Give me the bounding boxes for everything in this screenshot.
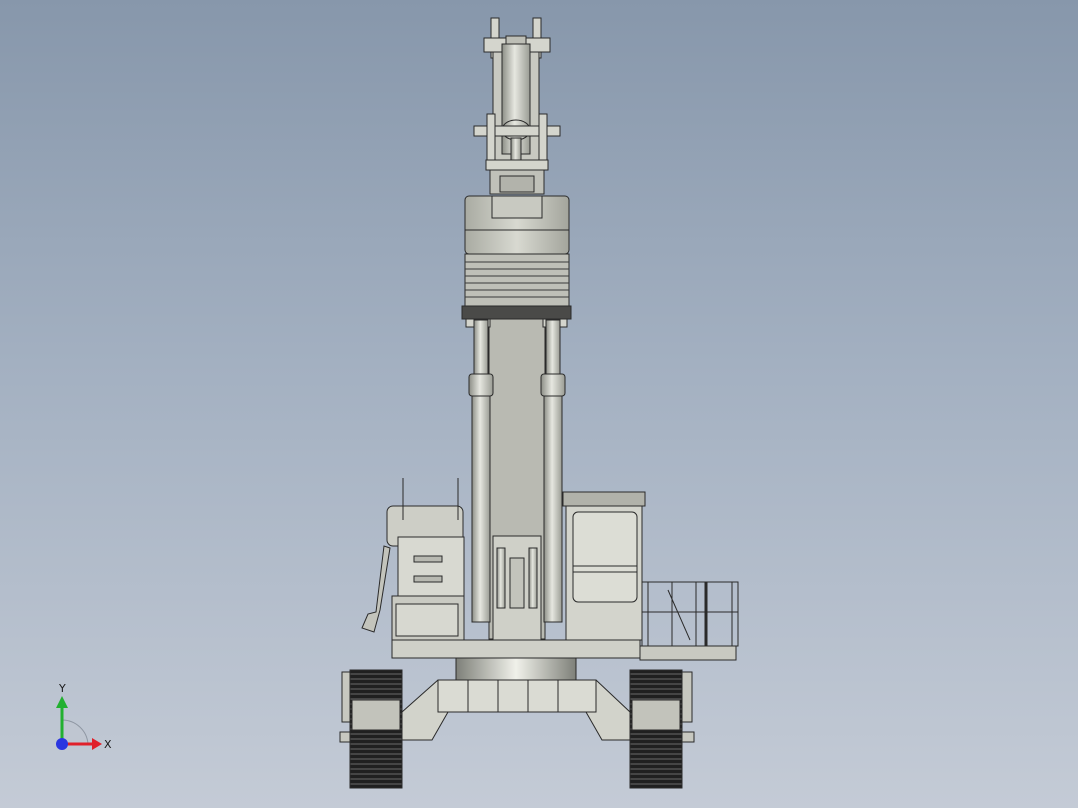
z-axis-dot (56, 738, 68, 750)
coordinate-triad: Y X (56, 682, 112, 751)
walkway-railing (641, 581, 739, 647)
engine-housing (361, 478, 465, 643)
x-axis-arrowhead (92, 738, 102, 750)
slew-ring (455, 657, 577, 681)
track-right (629, 669, 695, 789)
boom-foot-detail (492, 535, 542, 641)
excavator-stick (473, 17, 561, 195)
track-left (339, 669, 403, 789)
y-axis-arrowhead (56, 696, 68, 708)
cad-3d-viewport[interactable]: Y X (0, 0, 1078, 808)
undercarriage (401, 679, 631, 741)
x-axis-label: X (104, 738, 112, 751)
excavator-bucket (461, 195, 572, 320)
upper-deck (391, 639, 737, 661)
y-axis-label: Y (58, 682, 66, 695)
excavator-model[interactable] (0, 0, 1078, 808)
operator-cab (562, 491, 646, 641)
